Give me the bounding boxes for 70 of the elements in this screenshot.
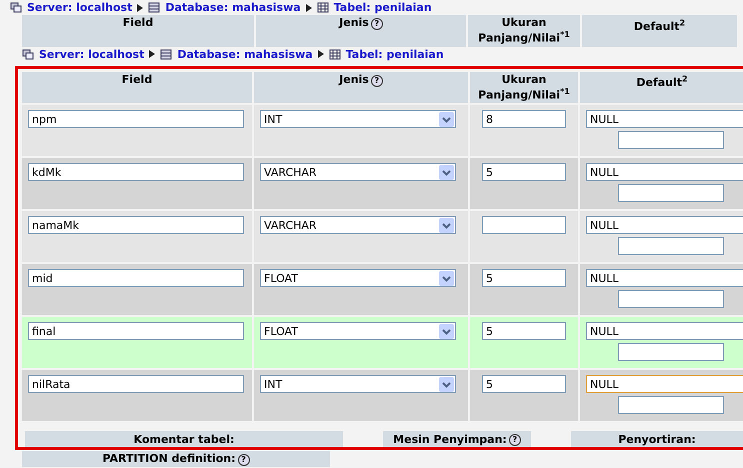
header-sublabel: Panjang/Nilai$^{*1}$	[478, 86, 570, 102]
field-name-input[interactable]: final	[28, 322, 244, 340]
default-value-input[interactable]	[618, 184, 724, 202]
header-sublabel: Panjang/Nilai$^{*1}$	[478, 29, 570, 45]
caret-icon	[439, 324, 454, 339]
type-select[interactable]: FLOAT	[260, 269, 456, 288]
default-value-input[interactable]	[618, 237, 724, 256]
type-select[interactable]: VARCHAR	[260, 216, 456, 234]
separator-icon	[318, 50, 324, 58]
section-header: Penyortiran:	[571, 431, 743, 448]
section-header: Komentar tabel:	[25, 431, 343, 448]
default-select[interactable]: NULL	[586, 322, 743, 340]
field-name-input[interactable]: npm	[28, 110, 244, 128]
caret-icon	[439, 112, 454, 127]
default-select[interactable]: NULL	[586, 110, 743, 128]
section-header: Mesin Penyimpan: ?	[383, 431, 531, 448]
header-label: Default$^{2}$	[636, 74, 688, 90]
field-name-input[interactable]: namaMk	[28, 216, 244, 234]
breadcrumb-link[interactable]: Database: mahasiswa	[177, 48, 313, 61]
default-select[interactable]: NULL	[586, 216, 743, 234]
server-icon	[10, 2, 22, 13]
table-icon	[316, 2, 329, 13]
header-label: Field	[122, 74, 152, 86]
header-label: Default$^{2}$	[634, 17, 686, 33]
type-select[interactable]: FLOAT	[260, 322, 456, 340]
breadcrumb-link[interactable]: Server: localhost	[39, 48, 144, 61]
header-label: Ukuran	[502, 17, 546, 29]
length-input[interactable]: 5	[482, 322, 566, 340]
separator-icon	[306, 4, 312, 12]
database-icon	[148, 2, 160, 13]
header-label: Jenis ?	[339, 74, 383, 87]
type-select[interactable]: INT	[260, 375, 456, 394]
caret-icon	[439, 218, 454, 233]
field-name-input[interactable]: nilRata	[28, 375, 244, 394]
caret-icon	[439, 164, 454, 180]
header-label: Jenis ?	[339, 17, 383, 30]
default-select[interactable]: NULL	[586, 375, 743, 394]
length-input[interactable]: 8	[482, 110, 566, 128]
breadcrumb-link[interactable]: Database: mahasiswa	[165, 1, 301, 14]
database-icon	[160, 48, 172, 60]
length-input[interactable]: 5	[482, 163, 566, 182]
breadcrumb-link[interactable]: Tabel: penilaian	[334, 1, 432, 14]
header-label: Ukuran	[502, 74, 546, 86]
separator-icon	[137, 4, 144, 12]
table-icon	[328, 48, 341, 60]
help-icon[interactable]: ?	[370, 74, 383, 87]
field-name-input[interactable]: kdMk	[28, 163, 244, 182]
help-icon[interactable]: ?	[508, 434, 521, 446]
field-name-input[interactable]: mid	[28, 269, 244, 288]
default-select[interactable]: NULL	[586, 163, 743, 182]
default-select[interactable]: NULL	[586, 269, 743, 288]
breadcrumb-link[interactable]: Tabel: penilaian	[346, 48, 444, 61]
length-input[interactable]: 5	[482, 375, 566, 394]
length-input[interactable]	[482, 216, 566, 234]
length-input[interactable]: 5	[482, 269, 566, 288]
default-value-input[interactable]	[618, 290, 724, 308]
caret-icon	[439, 270, 454, 286]
breadcrumb-link[interactable]: Server: localhost	[27, 1, 132, 14]
separator-icon	[149, 50, 156, 58]
header-label: Field	[122, 17, 154, 29]
default-value-input[interactable]	[618, 343, 724, 362]
section-header: PARTITION definition: ?	[22, 451, 330, 468]
type-select[interactable]: INT	[260, 110, 456, 128]
help-icon[interactable]: ?	[370, 18, 383, 30]
type-select[interactable]: VARCHAR	[260, 163, 456, 182]
help-icon[interactable]: ?	[238, 454, 250, 466]
caret-icon	[439, 376, 454, 392]
server-icon	[22, 48, 34, 60]
default-value-input[interactable]	[618, 396, 724, 414]
default-value-input[interactable]	[618, 131, 724, 150]
